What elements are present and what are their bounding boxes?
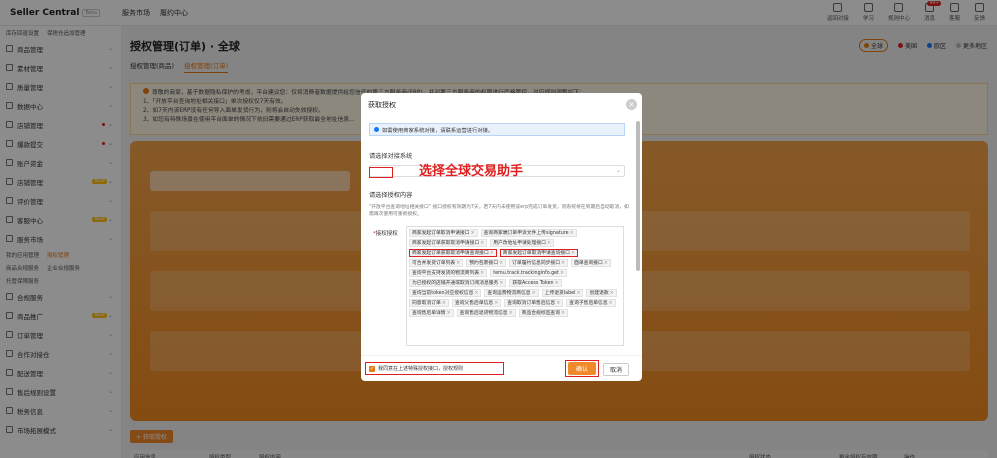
remove-tag-icon[interactable]: × (547, 241, 551, 246)
permission-tag-label: 查询商家端订单申诉文件上传signature (483, 231, 569, 236)
remove-tag-icon[interactable]: × (490, 251, 494, 256)
permission-tag: 商家发起订单取消申请接口× (409, 229, 478, 237)
permission-tag: 查询售后单详情× (409, 309, 454, 317)
remove-tag-icon[interactable]: × (561, 261, 565, 266)
permission-tag: 面单查询接口× (571, 259, 611, 267)
hint-text: "开放平台查询地址相关接口" 接口授权有效期为7天，若7天内未使用该erp完成订… (369, 205, 629, 217)
permission-tag-label: 订单履约信息同步接口 (512, 261, 561, 266)
permission-tag: 上传退货label× (541, 289, 584, 297)
permission-tag: 查询商家端订单申诉文件上传signature× (480, 229, 577, 237)
permission-tag: 查询平台支持发货的物流商列表× (409, 269, 488, 277)
permission-tag: 查询取消订单售后信息× (504, 299, 564, 307)
info-text: 如需使用商家系统对接，请联系运营进行对接。 (382, 127, 494, 134)
remove-tag-icon[interactable]: × (494, 301, 498, 306)
permission-tag-label: 商品合规标签查询 (521, 311, 561, 316)
agree-text: 我同意在上述特殊授权接口，授权规则 (378, 366, 464, 372)
remove-tag-icon[interactable]: × (604, 261, 608, 266)
remove-tag-icon[interactable]: × (532, 291, 536, 296)
permission-tag-label: 查询当前token对应授权信息 (412, 291, 474, 296)
permission-tag: 商品合规标签查询× (518, 309, 569, 317)
remove-tag-icon[interactable]: × (471, 231, 475, 236)
permission-tag-label: 商家发起订单获取取消申请查询接口 (412, 251, 489, 256)
close-icon[interactable]: × (626, 99, 637, 110)
permission-tag-label: 创建退款 (589, 291, 609, 296)
permission-tag-label: 面单查询接口 (574, 261, 603, 266)
remove-tag-icon[interactable]: × (561, 311, 565, 316)
permission-tag-label: 查询运费物流商信息 (487, 291, 531, 296)
ok-highlight: 确认 (565, 360, 599, 377)
modal-title: 获取授权 (368, 101, 396, 109)
permission-tag-label: 查询平台支持发货的物流商列表 (412, 271, 480, 276)
content-label: 请选择授权内容 (369, 192, 413, 199)
remove-tag-icon[interactable]: × (576, 291, 580, 296)
permission-tag-label: 查询取消订单售后信息 (507, 301, 556, 306)
permission-tag-label: temu.track.trackinginfo.get (493, 271, 559, 276)
permission-tag-label: 查询售后单详情 (412, 311, 446, 316)
remove-tag-icon[interactable]: × (571, 251, 575, 256)
modal-scrollbar[interactable] (636, 121, 640, 271)
permission-tag-label: 商家发起订单取消申请查询接口 (502, 251, 570, 256)
remove-tag-icon[interactable]: × (499, 281, 503, 286)
info-alert: 如需使用商家系统对接，请联系运营进行对接。 (369, 123, 625, 136)
annotation-text: 选择全球交易助手 (419, 164, 524, 179)
permission-tag-label: 查询子售后单信息 (569, 301, 608, 306)
permission-tag: 查询运费物流商信息× (484, 289, 539, 297)
annotation-box (369, 167, 393, 178)
permission-tag-label: 预约包裹接口 (469, 261, 499, 266)
permission-tag: 用户改地址申请处理接口× (490, 239, 555, 247)
permission-tag: 同意取消订单× (409, 299, 449, 307)
permission-tag-label: 获取Access Token (512, 281, 554, 286)
modal-footer: ✓ 我同意在上述特殊授权接口，授权规则 确认 取消 (361, 355, 642, 381)
system-label: 请选择对接系统 (369, 153, 413, 160)
checkbox-checked-icon[interactable]: ✓ (369, 365, 375, 372)
permission-tag-label: 同意取消订单 (412, 301, 441, 306)
auth-modal: 获取授权 × 如需使用商家系统对接，请联系运营进行对接。 请选择对接系统 ⌄ 选… (361, 93, 642, 381)
permission-tag: 商家发起订单获取取消申请查询接口× (409, 249, 497, 257)
permission-tag: 订单履约信息同步接口× (509, 259, 569, 267)
permission-tag: 查询子售后单信息× (566, 299, 616, 307)
remove-tag-icon[interactable]: × (609, 301, 613, 306)
remove-tag-icon[interactable]: × (474, 291, 478, 296)
permission-tag: temu.track.trackinginfo.get× (490, 269, 567, 277)
permission-tag-label: 查询父售后单信息 (454, 301, 494, 306)
permission-tag-label: 查询售后退货物流信息 (459, 311, 508, 316)
remove-tag-icon[interactable]: × (610, 291, 614, 296)
remove-tag-icon[interactable]: × (556, 301, 560, 306)
permission-tag: 查询售后退货物流信息× (456, 309, 516, 317)
cancel-button[interactable]: 取消 (603, 363, 630, 376)
permission-tag: 查询当前token对应授权信息× (409, 289, 482, 297)
permission-tag: 为已授权的店铺开通或取消订阅消息服务× (409, 279, 507, 287)
remove-tag-icon[interactable]: × (555, 281, 559, 286)
remove-tag-icon[interactable]: × (499, 261, 503, 266)
permission-tag: 查询父售后单信息× (451, 299, 502, 307)
permission-tag-label: 商家发起订单获取取消申请接口 (412, 241, 480, 246)
remove-tag-icon[interactable]: × (442, 301, 446, 306)
permission-tag-label: 为已授权的店铺开通或取消订阅消息服务 (412, 281, 499, 286)
info-icon (374, 127, 379, 132)
perm-label: *接权授权 (373, 231, 398, 237)
permission-tag: 创建退款× (586, 289, 617, 297)
permission-tag: 可合并发货订单列表× (409, 259, 464, 267)
permission-tag: 获取Access Token× (509, 279, 562, 287)
permission-tag: 商家发起订单获取取消申请接口× (409, 239, 488, 247)
permission-tag: 商家发起订单取消申请查询接口× (499, 249, 578, 257)
permission-select[interactable]: 商家发起订单取消申请接口× 查询商家端订单申诉文件上传signature× 商家发起… (406, 226, 624, 346)
confirm-button[interactable]: 确认 (567, 362, 596, 375)
chevron-down-icon: ⌄ (615, 167, 621, 174)
remove-tag-icon[interactable]: × (560, 271, 564, 276)
remove-tag-icon[interactable]: × (456, 261, 460, 266)
remove-tag-icon[interactable]: × (509, 311, 513, 316)
remove-tag-icon[interactable]: × (480, 241, 484, 246)
permission-tag: 预约包裹接口× (466, 259, 507, 267)
permission-tag-label: 商家发起订单取消申请接口 (412, 231, 470, 236)
remove-tag-icon[interactable]: × (480, 271, 484, 276)
permission-tag-label: 上传退货label (544, 291, 576, 296)
agree-checkbox-row[interactable]: ✓ 我同意在上述特殊授权接口，授权规则 (365, 362, 504, 375)
remove-tag-icon[interactable]: × (447, 311, 451, 316)
permission-tag-label: 用户改地址申请处理接口 (493, 241, 546, 246)
remove-tag-icon[interactable]: × (570, 231, 574, 236)
permission-tag-label: 可合并发货订单列表 (412, 261, 456, 266)
